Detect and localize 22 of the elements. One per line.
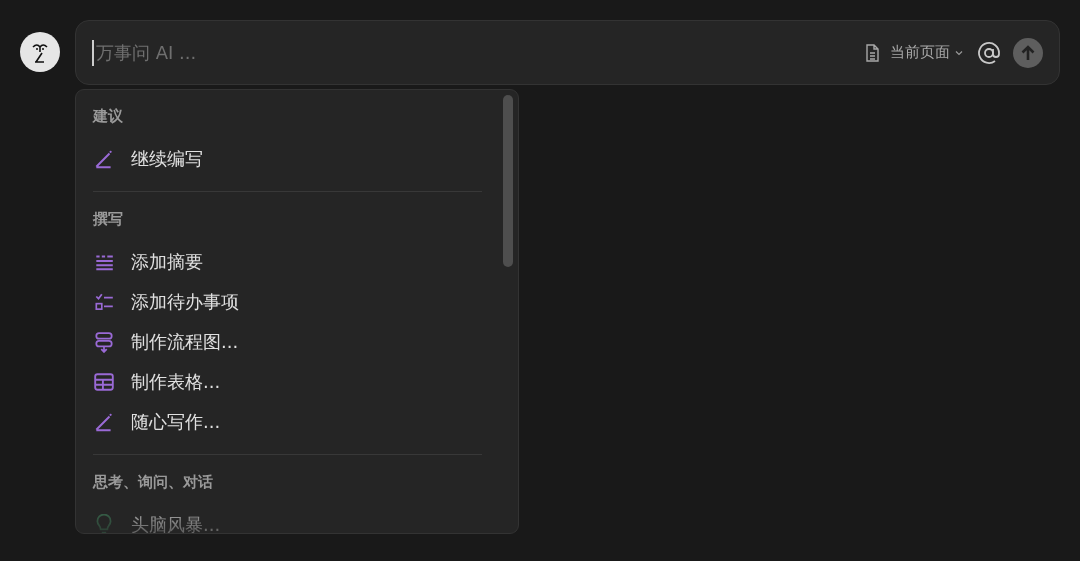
menu-item[interactable]: 添加待办事项 [93,282,482,322]
scrollbar-thumb[interactable] [503,95,513,267]
prompt-input[interactable]: 万事问 AI ... [92,39,862,66]
pen-icon [93,148,115,170]
menu-item[interactable]: 添加摘要 [93,242,482,282]
avatar-icon [20,32,60,72]
mention-icon[interactable] [977,40,1001,65]
send-button[interactable] [1013,37,1043,68]
flowchart-icon [93,331,115,353]
pen-icon [93,411,115,433]
section-heading: 思考、询问、对话 [93,472,214,493]
menu-item[interactable]: 制作流程图... [93,322,482,362]
menu-item[interactable]: 继续编写 [93,139,482,179]
checklist-icon [93,291,115,313]
section-heading: 撰写 [93,209,124,230]
menu-item[interactable]: 制作表格... [93,362,482,402]
chevron-down-icon [955,49,963,56]
section-heading: 建议 [93,106,124,127]
ai-prompt-field[interactable]: 万事问 AI ... 当前页面 [75,20,1060,85]
page-scope-dropdown[interactable]: 当前页面 [890,43,963,62]
menu-item[interactable]: 随心写作... [93,402,482,442]
table-icon [93,371,115,393]
